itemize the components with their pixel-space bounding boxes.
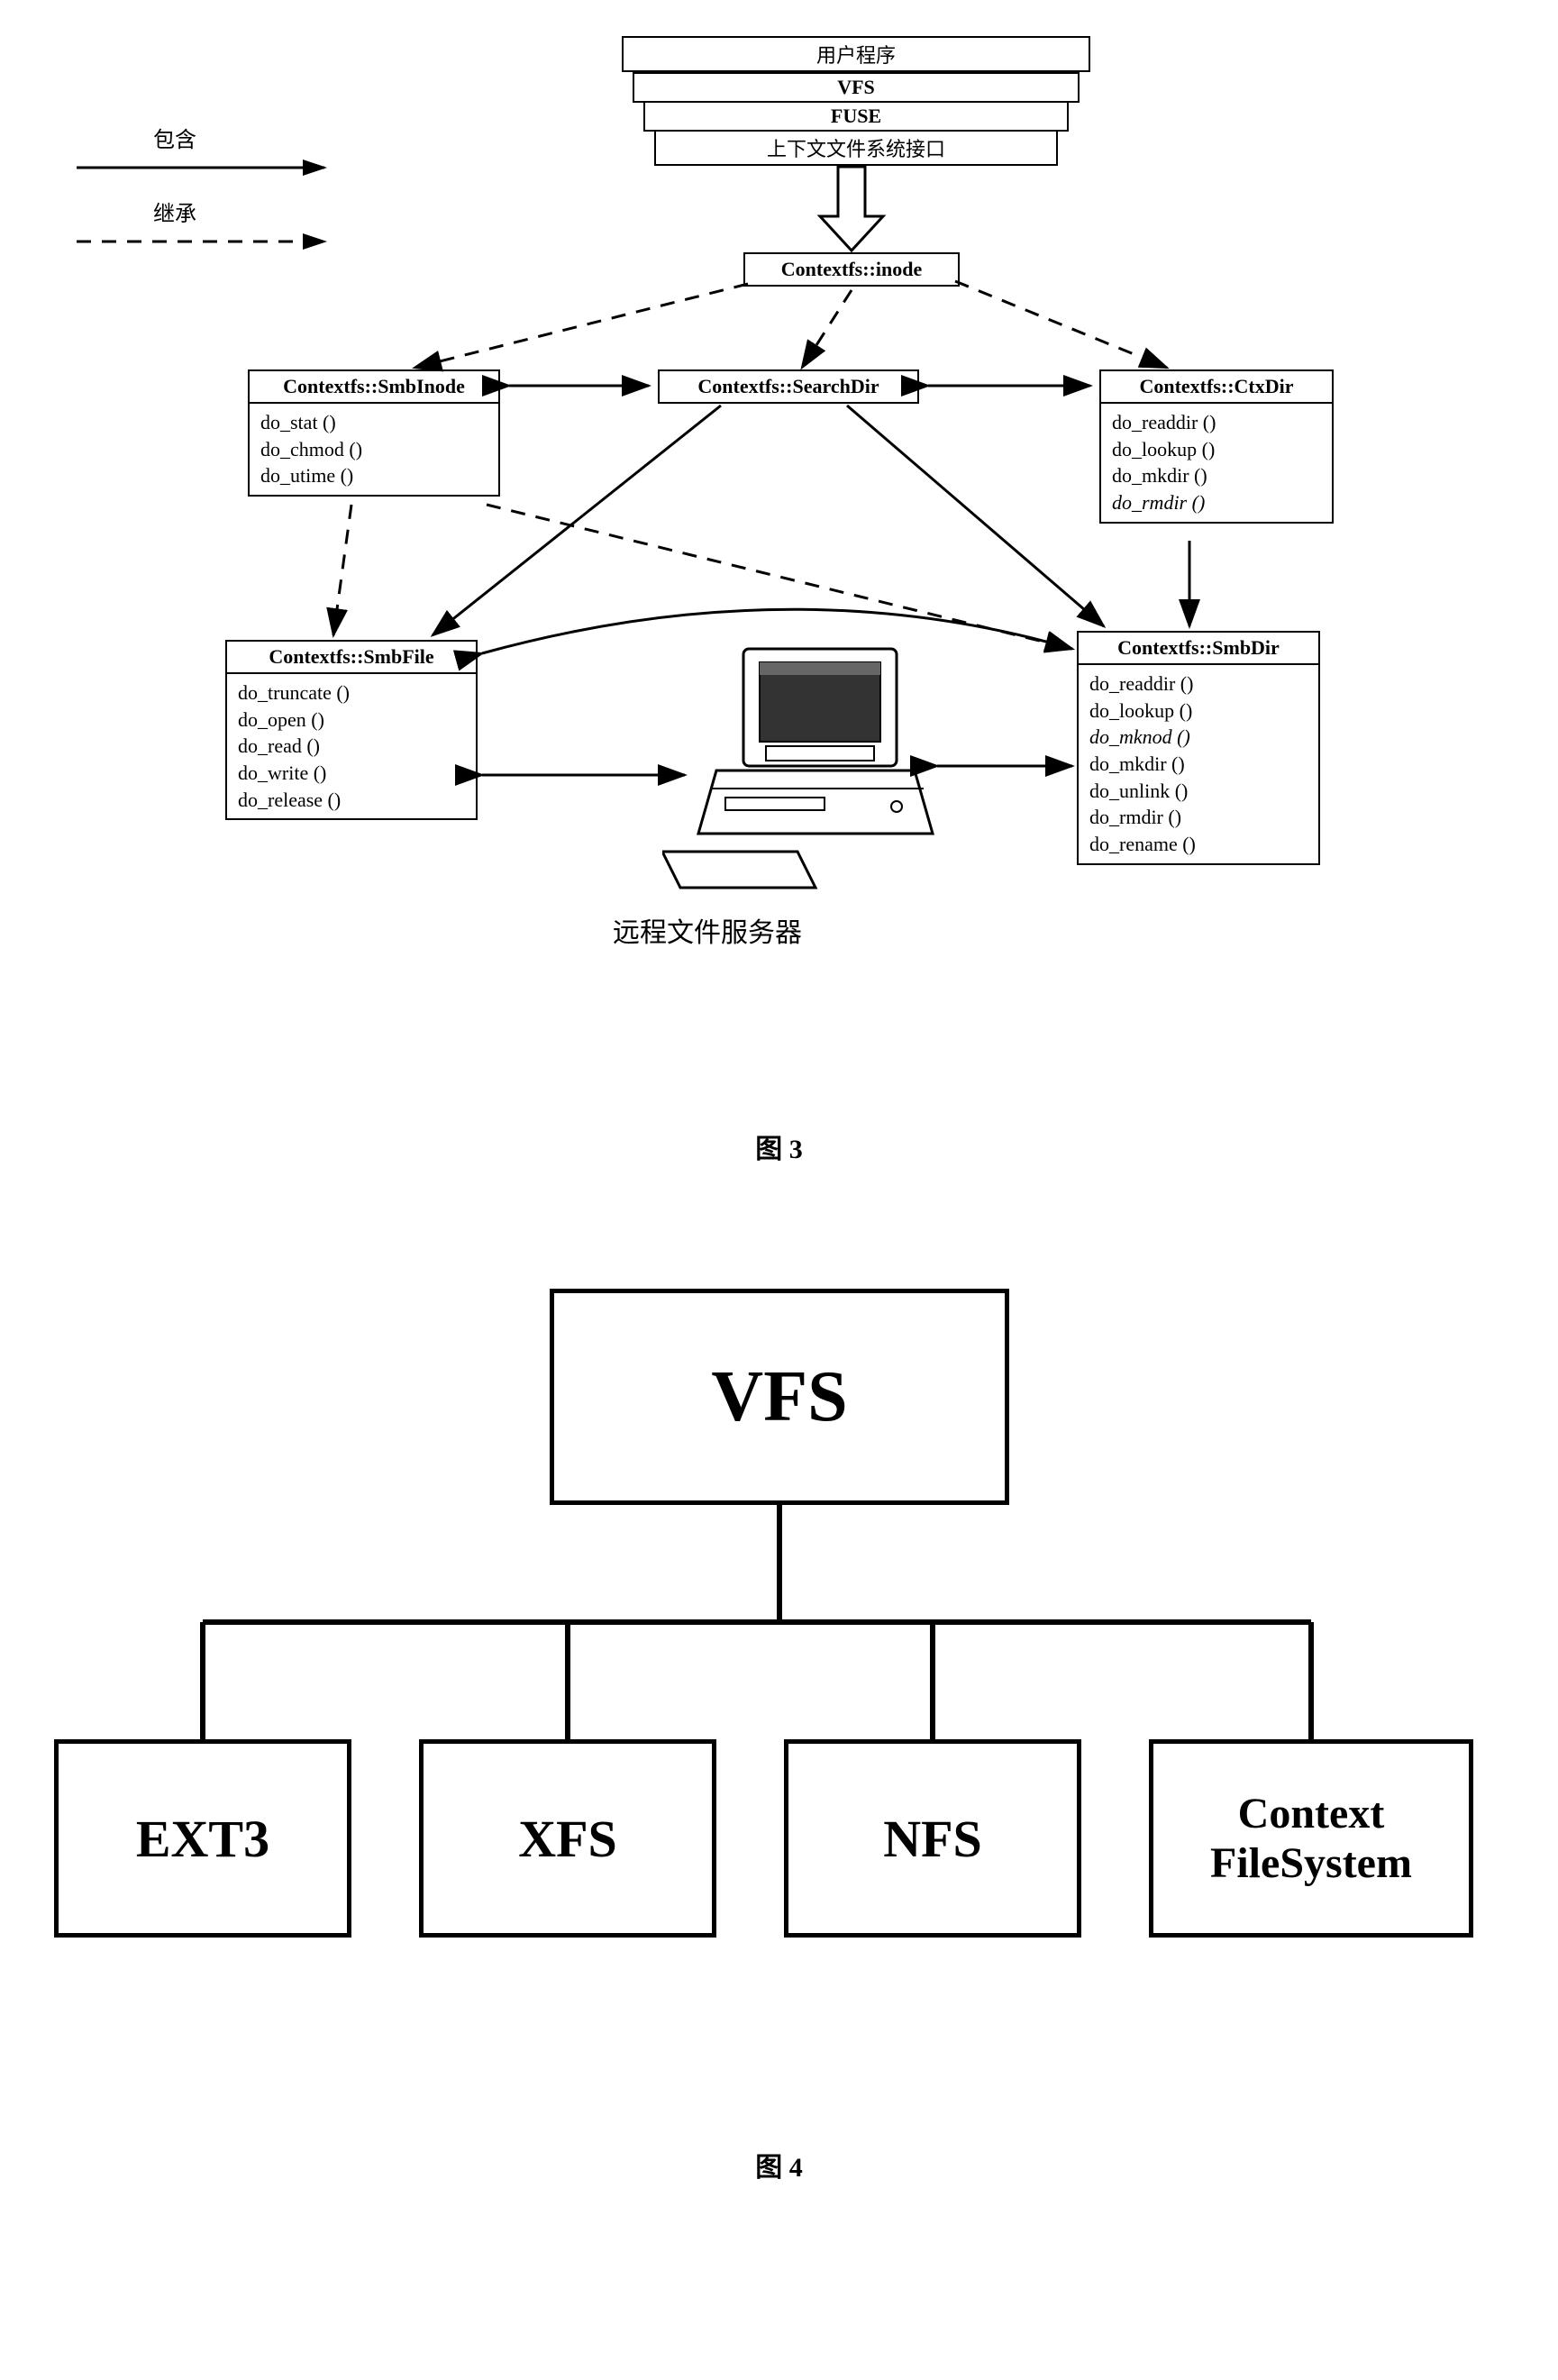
figure3-caption: 图 3 — [36, 1126, 1522, 1166]
ext3-box: EXT3 — [54, 1739, 351, 1938]
class-ctxdir-title: Contextfs::CtxDir — [1099, 369, 1334, 404]
class-smbdir-title: Contextfs::SmbDir — [1077, 631, 1320, 665]
vfs-box: VFS — [550, 1289, 1009, 1505]
class-searchdir: Contextfs::SearchDir — [658, 369, 919, 404]
class-inode: Contextfs::inode — [743, 252, 960, 287]
contextfs-box: Context FileSystem — [1149, 1739, 1473, 1938]
class-searchdir-title: Contextfs::SearchDir — [658, 369, 919, 404]
legend-contains-line — [72, 159, 342, 177]
class-smbinode: Contextfs::SmbInode do_stat () do_chmod … — [248, 369, 500, 497]
method: do_open () — [238, 707, 465, 734]
stack-fuse: FUSE — [643, 101, 1069, 132]
server-label: 远程文件服务器 — [613, 910, 802, 950]
class-smbfile-title: Contextfs::SmbFile — [225, 640, 478, 674]
method: do_mkdir () — [1112, 462, 1321, 489]
method: do_unlink () — [1089, 778, 1307, 805]
class-ctxdir: Contextfs::CtxDir do_readdir () do_looku… — [1099, 369, 1334, 524]
class-smbdir: Contextfs::SmbDir do_readdir () do_looku… — [1077, 631, 1320, 865]
legend-inherits-label: 继承 — [153, 196, 360, 227]
diagram-container: 包含 继承 用户程序 VFS FUSE 上下文文件系统接口 Contextfs:… — [36, 36, 1522, 2226]
class-smbinode-methods: do_stat () do_chmod () do_utime () — [248, 404, 500, 497]
figure4-caption: 图 4 — [36, 2145, 1522, 2184]
xfs-label: XFS — [518, 1809, 617, 1869]
method: do_stat () — [260, 409, 487, 436]
method: do_rename () — [1089, 831, 1307, 858]
legend-inherits-line — [72, 233, 342, 251]
contextfs-label-1: Context — [1238, 1789, 1385, 1838]
class-smbfile: Contextfs::SmbFile do_truncate () do_ope… — [225, 640, 478, 820]
class-smbfile-methods: do_truncate () do_open () do_read () do_… — [225, 674, 478, 820]
legend-contains-label: 包含 — [153, 122, 360, 153]
stack-ctxfs-interface: 上下文文件系统接口 — [654, 130, 1058, 166]
method: do_release () — [238, 787, 465, 814]
class-inode-title: Contextfs::inode — [743, 252, 960, 287]
legend: 包含 继承 — [72, 122, 360, 257]
class-smbdir-methods: do_readdir () do_lookup () do_mknod () d… — [1077, 665, 1320, 865]
method: do_lookup () — [1112, 436, 1321, 463]
method: do_mknod () — [1089, 724, 1307, 751]
class-smbinode-title: Contextfs::SmbInode — [248, 369, 500, 404]
nfs-label: NFS — [883, 1809, 982, 1869]
method: do_utime () — [260, 462, 487, 489]
server-icon — [662, 640, 951, 901]
method: do_readdir () — [1089, 670, 1307, 698]
nfs-box: NFS — [784, 1739, 1081, 1938]
figure-4: VFS EXT3 XFS NFS Context FileSystem — [36, 1235, 1522, 2226]
method: do_truncate () — [238, 679, 465, 707]
method: do_read () — [238, 733, 465, 760]
contextfs-label-2: FileSystem — [1210, 1838, 1412, 1888]
xfs-box: XFS — [419, 1739, 716, 1938]
method: do_mkdir () — [1089, 751, 1307, 778]
stack-vfs: VFS — [633, 72, 1080, 103]
method: do_rmdir () — [1089, 804, 1307, 831]
vfs-label: VFS — [711, 1356, 847, 1438]
method: do_chmod () — [260, 436, 487, 463]
method: do_write () — [238, 760, 465, 787]
stack-user-program: 用户程序 — [622, 36, 1090, 72]
figure-3: 包含 继承 用户程序 VFS FUSE 上下文文件系统接口 Contextfs:… — [36, 36, 1522, 1163]
ext3-label: EXT3 — [136, 1809, 269, 1869]
class-ctxdir-methods: do_readdir () do_lookup () do_mkdir () d… — [1099, 404, 1334, 524]
layer-stack: 用户程序 VFS FUSE 上下文文件系统接口 — [622, 36, 1090, 166]
method: do_rmdir () — [1112, 489, 1321, 516]
method: do_lookup () — [1089, 698, 1307, 725]
method: do_readdir () — [1112, 409, 1321, 436]
